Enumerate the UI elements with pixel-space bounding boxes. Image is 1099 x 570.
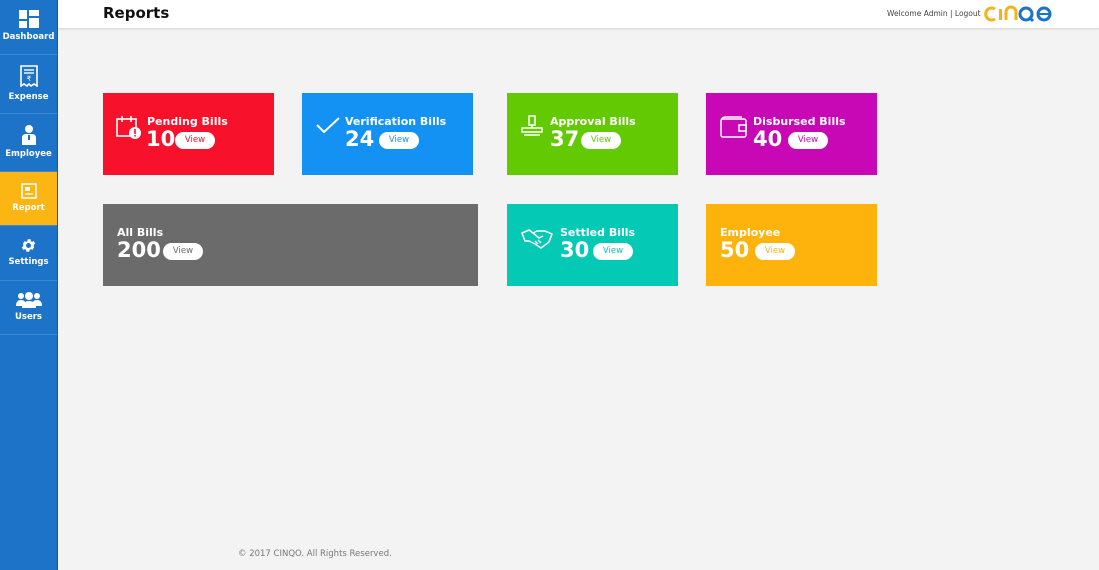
sidebar-item-employee[interactable]: Employee <box>0 114 57 172</box>
sidebar-item-label: Expense <box>8 92 49 102</box>
sidebar: Dashboard ₹ Expense Employee Report Sett… <box>0 0 58 570</box>
sidebar-item-label: Dashboard <box>2 32 55 42</box>
card-count: 30 <box>560 238 590 262</box>
welcome-text: Welcome Admin <box>887 9 948 18</box>
sidebar-item-label: Employee <box>5 149 52 159</box>
view-employee-button[interactable]: View <box>755 243 795 260</box>
handshake-icon <box>521 228 553 254</box>
card-count: 37 <box>550 127 580 151</box>
view-pending-button[interactable]: View <box>175 132 215 149</box>
dashboard-icon <box>0 10 57 28</box>
card-count: 24 <box>345 127 375 151</box>
view-approval-button[interactable]: View <box>581 132 621 149</box>
employee-card: Employee 50 View <box>706 204 877 286</box>
sidebar-item-report[interactable]: Report <box>0 172 57 226</box>
receipt-icon: ₹ <box>0 65 57 87</box>
page-title: Reports <box>103 4 170 22</box>
logout-link[interactable]: Logout <box>955 9 981 18</box>
view-all-button[interactable]: View <box>163 243 203 260</box>
card-count: 10 <box>146 127 176 151</box>
sidebar-item-dashboard[interactable]: Dashboard <box>0 0 57 55</box>
footer-copyright: © 2017 CINQO. All Rights Reserved. <box>238 549 392 559</box>
top-header: Reports Welcome Admin | Logout <box>58 0 1099 29</box>
sidebar-item-label: Users <box>15 312 42 322</box>
report-icon <box>0 183 57 199</box>
sidebar-item-expense[interactable]: ₹ Expense <box>0 55 57 114</box>
sidebar-item-label: Report <box>12 203 45 213</box>
card-count: 40 <box>753 127 783 151</box>
calendar-alert-icon <box>116 116 142 144</box>
view-disbursed-button[interactable]: View <box>788 132 828 149</box>
view-verification-button[interactable]: View <box>379 132 419 149</box>
users-icon <box>0 292 57 308</box>
card-count: 200 <box>117 238 161 262</box>
settled-bills-card: Settled Bills 30 View <box>507 204 678 286</box>
separator: | <box>949 9 953 18</box>
approval-bills-card: Approval Bills 37 View <box>507 93 678 175</box>
stamp-icon <box>521 115 543 141</box>
pending-bills-card: Pending Bills 10 View <box>103 93 274 175</box>
sidebar-item-settings[interactable]: Settings <box>0 226 57 281</box>
checkmark-icon <box>316 117 340 137</box>
user-greeting: Welcome Admin | Logout <box>887 9 981 18</box>
sidebar-item-label: Settings <box>8 257 49 267</box>
svg-text:₹: ₹ <box>26 75 31 83</box>
cinqo-logo <box>983 3 1055 25</box>
employee-icon <box>0 125 57 145</box>
wallet-icon <box>720 116 748 142</box>
all-bills-card: All Bills 200 View <box>103 204 478 286</box>
sidebar-item-users[interactable]: Users <box>0 281 57 335</box>
verification-bills-card: Verification Bills 24 View <box>302 93 473 175</box>
gear-icon <box>0 237 57 254</box>
disbursed-bills-card: Disbursed Bills 40 View <box>706 93 877 175</box>
card-count: 50 <box>720 238 750 262</box>
view-settled-button[interactable]: View <box>593 243 633 260</box>
